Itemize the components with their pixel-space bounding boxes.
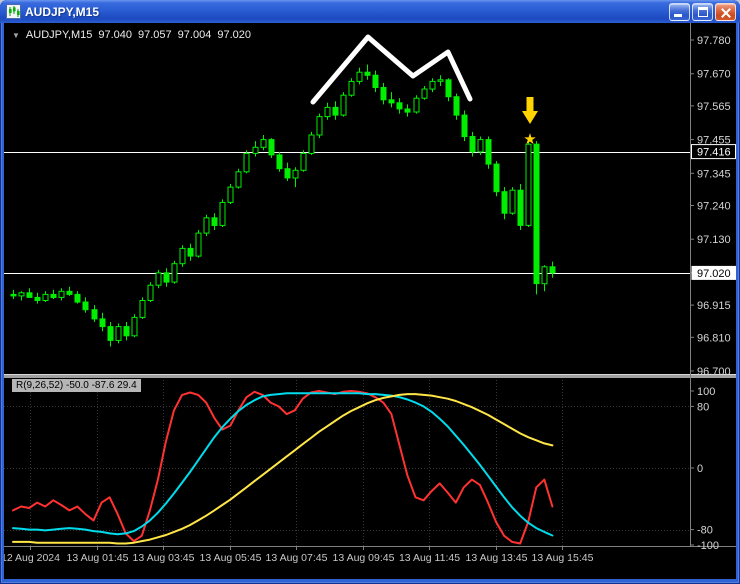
chart-window-icon	[6, 4, 21, 19]
indicator-axis[interactable]: 100 80 0 -80 -100	[690, 386, 719, 552]
horizontal-line-objects[interactable]	[4, 152, 690, 274]
r-mid-line	[12, 392, 554, 537]
price-axis-label: 97.780	[697, 35, 731, 47]
time-axis[interactable]: 12 Aug 2024 13 Aug 01:45 13 Aug 03:45 13 Au…	[4, 546, 594, 564]
indicator-axis-label: 80	[697, 401, 709, 413]
hline-price-label: 97.416	[697, 147, 731, 159]
ohlc-close: 97.020	[217, 29, 251, 41]
ohlc-open: 97.040	[98, 29, 133, 41]
price-axis-label: 96.700	[697, 366, 731, 378]
indicator-axis-label: -80	[697, 525, 713, 537]
minimize-icon	[674, 13, 682, 17]
close-button[interactable]	[715, 2, 736, 21]
time-axis-label: 13 Aug 11:45	[399, 552, 460, 564]
time-axis-label: 12 Aug 2024	[4, 552, 60, 564]
candlesticks	[10, 64, 556, 347]
window-controls	[669, 2, 736, 21]
r-fast-line	[12, 390, 554, 545]
indicator-axis-label: 0	[697, 463, 703, 475]
indicator-axis-label: 100	[697, 386, 715, 398]
price-axis-label: 97.670	[697, 69, 731, 81]
price-axis-label: 96.810	[697, 332, 731, 344]
down-arrow-marker[interactable]	[522, 97, 538, 124]
time-axis-label: 13 Aug 05:45	[200, 552, 262, 564]
symbol-ohlc-header: ▼ AUDJPY,M15 97.040 97.057 97.004 97.020	[12, 29, 251, 41]
price-axis[interactable]: 97.78097.67097.56597.45597.34597.24097.1…	[690, 35, 736, 378]
chart-frame	[4, 23, 736, 547]
symbol-timeframe-label: AUDJPY,M15	[25, 29, 93, 41]
price-axis-label: 97.345	[697, 168, 731, 180]
chart-client-area: ★ 97.780 97.670 97.565 97.455 97.345 97.240 97.…	[4, 23, 736, 579]
time-axis-label: 13 Aug 15:45	[532, 552, 594, 564]
time-axis-label: 13 Aug 03:45	[133, 552, 195, 564]
oscillator-lines	[12, 390, 554, 545]
time-axis-label: 13 Aug 13:45	[466, 552, 528, 564]
star-marker[interactable]: ★	[523, 131, 536, 148]
window-titlebar[interactable]: AUDJPY,M15	[0, 0, 740, 23]
chart-window: AUDJPY,M15 ★ 97.780 97.670 97.565 97.455 97.3…	[0, 0, 740, 584]
minimize-button[interactable]	[669, 2, 690, 21]
restore-button[interactable]	[692, 2, 713, 21]
current-price-label: 97.020	[697, 268, 731, 280]
time-axis-label: 13 Aug 07:45	[266, 552, 328, 564]
time-axis-label: 13 Aug 01:45	[67, 552, 129, 564]
price-axis-label: 97.130	[697, 234, 731, 246]
restore-icon	[698, 6, 708, 17]
price-axis-label: 97.565	[697, 101, 731, 113]
ohlc-high: 97.057	[138, 29, 172, 41]
price-axis-label: 97.240	[697, 201, 731, 213]
ohlc-low: 97.004	[177, 29, 212, 41]
price-axis-label: 96.915	[697, 300, 731, 312]
indicator-axis-label: -100	[697, 540, 719, 552]
time-axis-label: 13 Aug 09:45	[333, 552, 395, 564]
indicator-label[interactable]: R(9,26,52) -50.0 -87.6 29.4	[12, 379, 141, 392]
chart-canvas[interactable]: ★97.78097.67097.56597.45597.34597.24097.…	[4, 23, 736, 579]
window-title: AUDJPY,M15	[25, 4, 100, 19]
chart-dropdown-icon[interactable]: ▼	[12, 31, 20, 40]
indicator-gridlines	[4, 380, 690, 546]
